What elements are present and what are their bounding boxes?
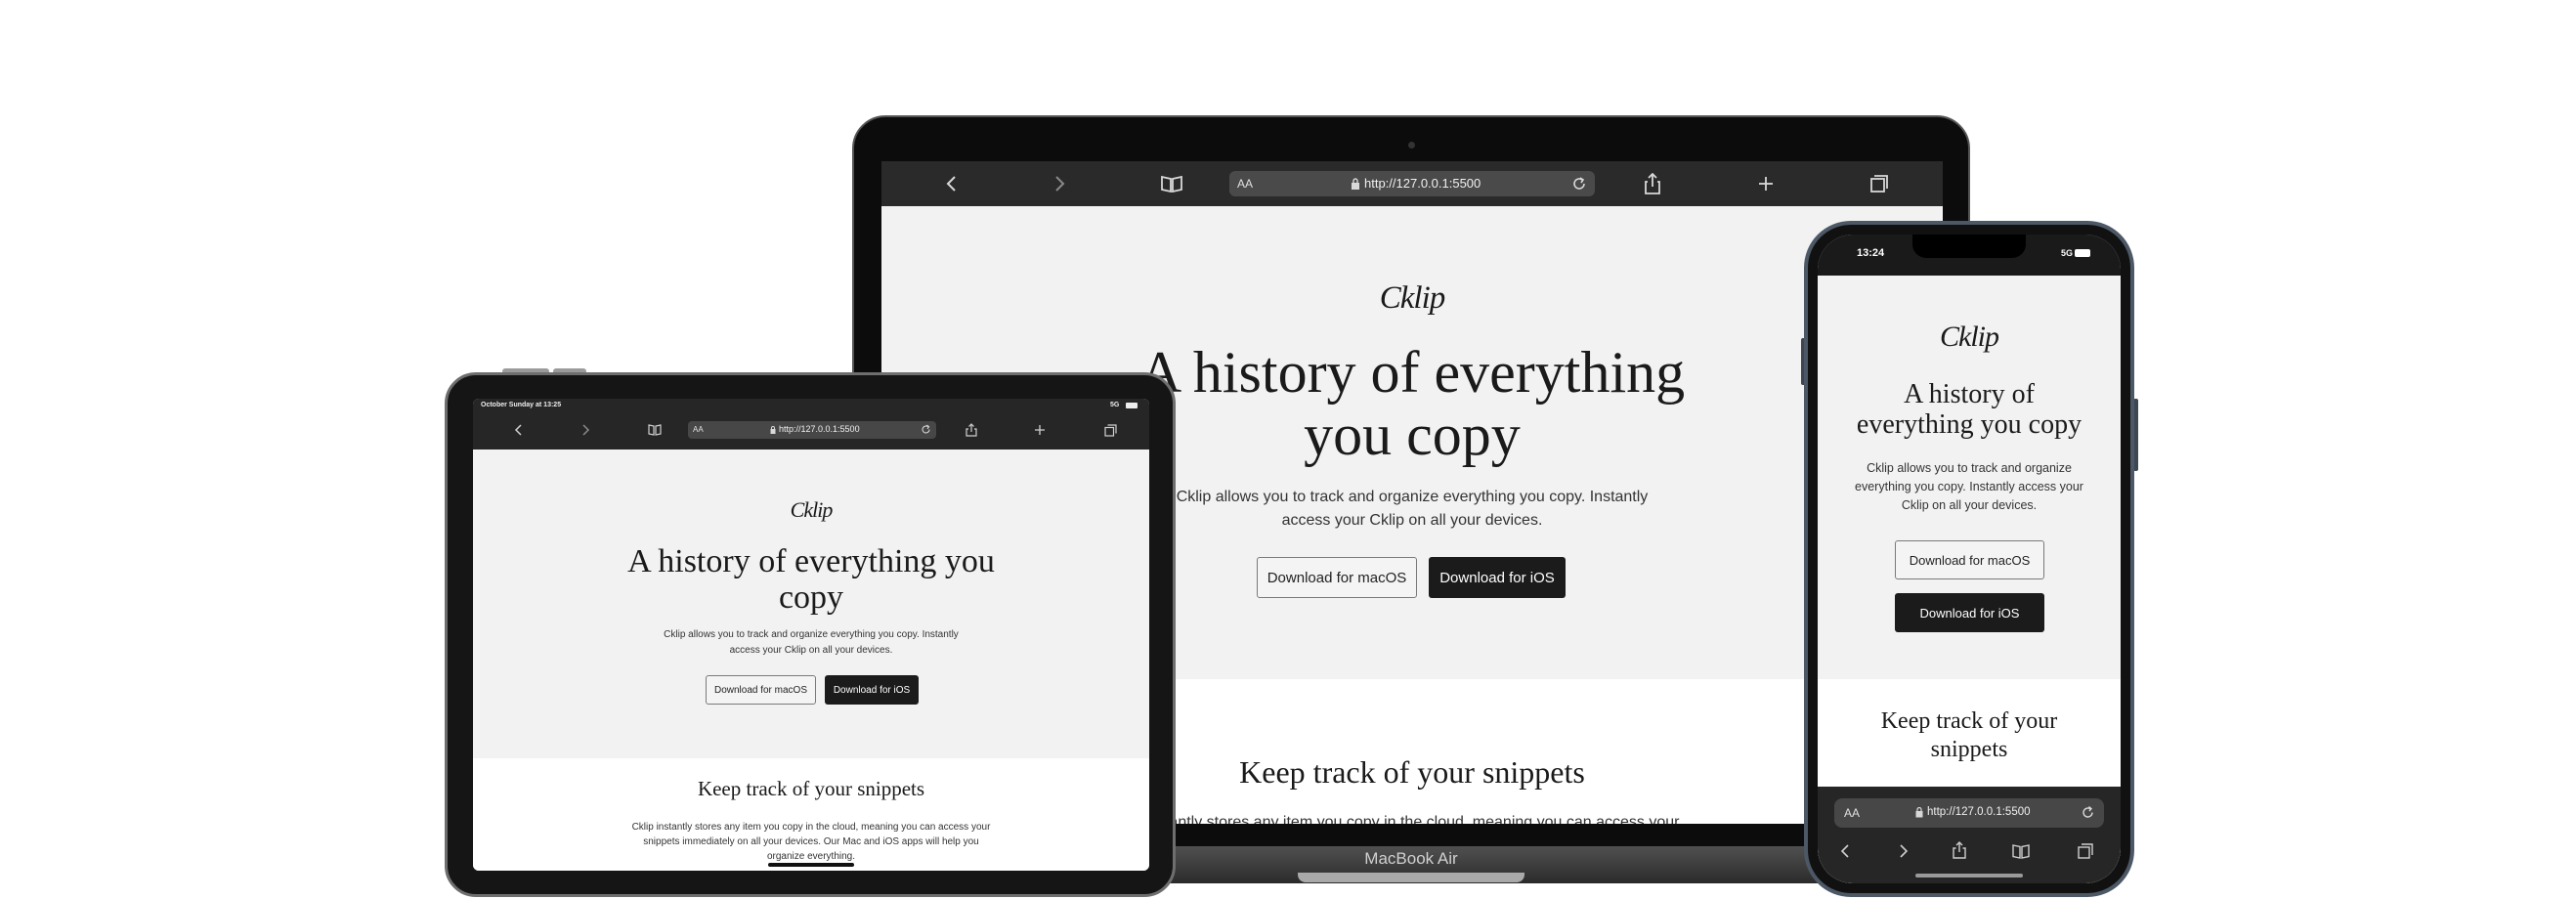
hero-headline-line2: copy bbox=[778, 579, 844, 616]
text-size-button[interactable]: AA bbox=[1844, 806, 1860, 820]
tabs-icon[interactable] bbox=[1865, 169, 1894, 198]
section-text-line2: snippets immediately on all your devices… bbox=[643, 836, 979, 847]
safari-toolbar: AA http://127.0.0.1:5500 bbox=[881, 161, 1943, 206]
iphone-notch bbox=[1912, 235, 2026, 258]
battery-icon bbox=[1126, 403, 1138, 408]
ipad-toolbar: October Sunday at 13:25 5G AA http://127… bbox=[473, 399, 1149, 450]
back-icon[interactable] bbox=[936, 169, 966, 198]
section-title: Keep track of your snippets bbox=[697, 777, 925, 800]
url-text: http://127.0.0.1:5500 bbox=[1927, 806, 2031, 818]
back-icon[interactable] bbox=[508, 420, 528, 440]
ipad-screen: October Sunday at 13:25 5G AA http://127… bbox=[473, 399, 1149, 871]
text-size-button[interactable]: AA bbox=[1237, 177, 1253, 191]
text-size-button[interactable]: AA bbox=[693, 425, 704, 434]
download-ios-button[interactable]: Download for iOS bbox=[1895, 593, 2044, 632]
section-text: Cklip instantly stores any item you copy… bbox=[473, 820, 1149, 864]
lock-icon bbox=[1351, 178, 1360, 190]
share-icon[interactable] bbox=[1950, 839, 1969, 861]
hero-headline: A history of everything you copy bbox=[473, 543, 1149, 616]
status-time: 13:24 bbox=[1857, 247, 1885, 259]
section-title-line2: snippets bbox=[1930, 737, 2008, 762]
hero-headline: A history of everything you copy bbox=[1818, 379, 2121, 440]
reload-icon[interactable] bbox=[1571, 176, 1587, 192]
site-logo[interactable]: Cklip bbox=[1818, 321, 2121, 354]
home-indicator bbox=[768, 863, 854, 867]
download-macos-button[interactable]: Download for macOS bbox=[706, 675, 816, 705]
hero-headline-line1: A history of everything you bbox=[627, 543, 995, 579]
section-title-line1: Keep track of your bbox=[1880, 708, 2058, 734]
site-logo[interactable]: Cklip bbox=[881, 280, 1943, 317]
lock-icon bbox=[1915, 807, 1923, 818]
macbook-label: MacBook Air bbox=[1364, 849, 1458, 868]
hero-headline-line2: everything you copy bbox=[1856, 409, 2082, 440]
address-bar[interactable]: AA http://127.0.0.1:5500 bbox=[688, 421, 936, 439]
site-logo[interactable]: Cklip bbox=[473, 497, 1149, 523]
back-icon[interactable] bbox=[1835, 841, 1855, 861]
status-time: October Sunday at 13:25 bbox=[481, 402, 562, 408]
download-ios-button[interactable]: Download for iOS bbox=[825, 675, 919, 705]
macbook-hinge-notch bbox=[1298, 873, 1524, 882]
section-text-line3: organize everything. bbox=[766, 851, 856, 862]
forward-icon[interactable] bbox=[1046, 169, 1075, 198]
hero-subtitle-line2: everything you copy. Instantly access yo… bbox=[1855, 480, 2083, 493]
new-tab-icon[interactable] bbox=[1751, 169, 1781, 198]
download-macos-button[interactable]: Download for macOS bbox=[1895, 540, 2044, 579]
tabs-icon[interactable] bbox=[2076, 841, 2095, 861]
section-title: Keep track of your snippets bbox=[1818, 707, 2121, 764]
forward-icon[interactable] bbox=[1894, 841, 1913, 861]
download-ios-button[interactable]: Download for iOS bbox=[1429, 557, 1566, 598]
share-icon[interactable] bbox=[962, 420, 981, 440]
hero-subtitle: Cklip allows you to track and organize e… bbox=[1818, 459, 2121, 515]
hero-subtitle-line3: Cklip on all your devices. bbox=[1901, 498, 2038, 512]
tabs-icon[interactable] bbox=[1100, 420, 1120, 440]
hero-subtitle: Cklip allows you to track and organize e… bbox=[473, 627, 1149, 659]
hero-subtitle-line1: Cklip allows you to track and organize e… bbox=[664, 629, 959, 640]
download-macos-button[interactable]: Download for macOS bbox=[1257, 557, 1417, 598]
macbook-camera bbox=[1408, 142, 1415, 149]
status-network: 5G bbox=[2061, 248, 2074, 258]
reload-icon[interactable] bbox=[921, 424, 931, 435]
iphone-screen: 13:24 5G Cklip A history of everything y… bbox=[1818, 235, 2121, 883]
forward-icon[interactable] bbox=[577, 420, 596, 440]
hero-subtitle-line1: Cklip allows you to track and organize bbox=[1867, 461, 2072, 475]
bookmarks-icon[interactable] bbox=[1157, 169, 1186, 198]
home-indicator bbox=[1915, 874, 2023, 878]
hero-subtitle-line2: access your Cklip on all your devices. bbox=[729, 645, 893, 656]
bookmarks-icon[interactable] bbox=[2011, 841, 2031, 861]
address-bar[interactable]: AA http://127.0.0.1:5500 bbox=[1229, 171, 1595, 196]
status-network: 5G bbox=[1110, 402, 1120, 408]
address-bar[interactable]: AA http://127.0.0.1:5500 bbox=[1834, 798, 2104, 828]
share-icon[interactable] bbox=[1638, 169, 1667, 198]
hero-headline-line1: A history of bbox=[1904, 379, 2035, 409]
section-text-line1: Cklip instantly stores any item you copy… bbox=[631, 822, 991, 833]
url-text: http://127.0.0.1:5500 bbox=[1364, 176, 1481, 191]
bookmarks-icon[interactable] bbox=[645, 420, 665, 440]
battery-icon bbox=[2075, 249, 2090, 257]
new-tab-icon[interactable] bbox=[1030, 420, 1050, 440]
url-text: http://127.0.0.1:5500 bbox=[779, 424, 860, 434]
lock-icon bbox=[770, 426, 776, 434]
reload-icon[interactable] bbox=[2081, 805, 2095, 820]
